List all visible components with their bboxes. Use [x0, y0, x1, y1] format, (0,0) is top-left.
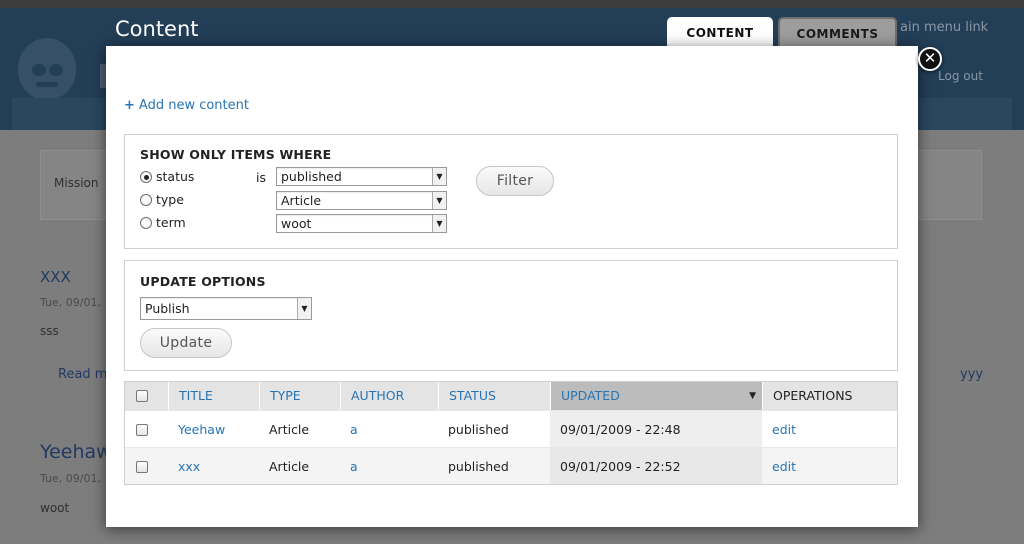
column-header-updated-label: UPDATED: [561, 388, 620, 403]
post-body: woot: [40, 501, 70, 515]
add-new-content-label: Add new content: [138, 98, 249, 113]
tab-content[interactable]: CONTENT: [667, 17, 773, 47]
type-select-value: Article: [281, 193, 322, 208]
type-select[interactable]: Article ▼: [276, 191, 447, 210]
main-menu-link[interactable]: ain menu link: [900, 20, 988, 35]
drupal-logo-icon: [18, 38, 76, 100]
select-all-cell: [125, 382, 168, 410]
term-select[interactable]: woot ▼: [276, 214, 447, 233]
sort-descending-icon: ▼: [749, 391, 756, 401]
column-header-type[interactable]: TYPE: [259, 382, 340, 410]
row-type: Article: [269, 459, 310, 474]
update-button[interactable]: Update: [140, 328, 232, 358]
update-operation-select[interactable]: Publish ▼: [140, 297, 312, 320]
background-link[interactable]: yyy: [960, 367, 983, 382]
post-body: sss: [40, 324, 59, 338]
filter-legend: SHOW ONLY ITEMS WHERE: [140, 147, 332, 162]
filter-radio-type[interactable]: type: [140, 192, 184, 210]
is-label: is: [256, 170, 266, 185]
chevron-down-icon: ▼: [432, 192, 446, 209]
row-updated: 09/01/2009 - 22:52: [550, 448, 762, 484]
row-checkbox[interactable]: [136, 461, 148, 473]
row-title-link[interactable]: Yeehaw: [168, 411, 259, 447]
mission-label: Mission: [54, 176, 99, 190]
row-checkbox[interactable]: [136, 424, 148, 436]
top-strip: [0, 0, 1024, 8]
row-type: Article: [269, 422, 310, 437]
row-title-link[interactable]: xxx: [168, 448, 259, 484]
filter-radio-label: type: [156, 192, 184, 207]
filter-radio-term[interactable]: term: [140, 215, 186, 233]
select-all-checkbox[interactable]: [136, 390, 148, 402]
row-edit-link[interactable]: edit: [762, 411, 899, 447]
row-author-link[interactable]: a: [340, 448, 438, 484]
radio-icon: [140, 171, 152, 183]
term-select-value: woot: [281, 216, 312, 231]
row-status: published: [448, 422, 509, 437]
post-meta: Tue, 09/01,: [40, 472, 101, 485]
column-header-title[interactable]: TITLE: [168, 382, 259, 410]
row-checkbox-cell: [125, 448, 168, 484]
filter-fieldset: SHOW ONLY ITEMS WHERE status type term i…: [124, 134, 898, 249]
column-header-status[interactable]: STATUS: [438, 382, 550, 410]
chevron-down-icon: ▼: [432, 168, 446, 185]
row-status: published: [448, 459, 509, 474]
column-header-operations: OPERATIONS: [762, 382, 899, 410]
filter-button[interactable]: Filter: [476, 166, 554, 196]
table-row: xxx Article a published 09/01/2009 - 22:…: [125, 447, 897, 484]
row-checkbox-cell: [125, 411, 168, 447]
chevron-down-icon: ▼: [297, 298, 311, 319]
row-edit-link[interactable]: edit: [762, 448, 899, 484]
post-title-link[interactable]: XXX: [40, 268, 71, 286]
radio-icon: [140, 217, 152, 229]
filter-radio-label: status: [156, 169, 195, 184]
page-title: Content: [115, 17, 199, 41]
post-meta: Tue, 09/01,: [40, 296, 101, 309]
add-new-content-link[interactable]: + Add new content: [124, 98, 249, 113]
chevron-down-icon: ▼: [432, 215, 446, 232]
content-table: TITLE TYPE AUTHOR STATUS UPDATED ▼ OPERA…: [124, 381, 898, 485]
row-updated: 09/01/2009 - 22:48: [550, 411, 762, 447]
tab-comments[interactable]: COMMENTS: [778, 17, 897, 47]
update-operation-value: Publish: [145, 301, 190, 316]
update-options-legend: UPDATE OPTIONS: [140, 274, 266, 289]
status-select[interactable]: published ▼: [276, 167, 447, 186]
column-header-author[interactable]: AUTHOR: [340, 382, 438, 410]
table-row: Yeehaw Article a published 09/01/2009 - …: [125, 410, 897, 447]
plus-icon: +: [124, 98, 135, 113]
status-select-value: published: [281, 169, 342, 184]
table-header-row: TITLE TYPE AUTHOR STATUS UPDATED ▼ OPERA…: [125, 382, 897, 410]
post-title-link[interactable]: Yeehaw: [40, 441, 112, 463]
row-author-link[interactable]: a: [340, 411, 438, 447]
column-header-updated[interactable]: UPDATED ▼: [550, 382, 762, 410]
radio-icon: [140, 194, 152, 206]
update-options-fieldset: UPDATE OPTIONS Publish ▼ Update: [124, 260, 898, 371]
log-out-link[interactable]: Log out: [938, 69, 983, 83]
content-overlay: + Add new content SHOW ONLY ITEMS WHERE s…: [106, 46, 918, 527]
read-more-link[interactable]: Read m: [58, 367, 107, 382]
close-icon[interactable]: ✕: [918, 47, 942, 71]
filter-radio-label: term: [156, 215, 186, 230]
filter-radio-status[interactable]: status: [140, 169, 194, 187]
